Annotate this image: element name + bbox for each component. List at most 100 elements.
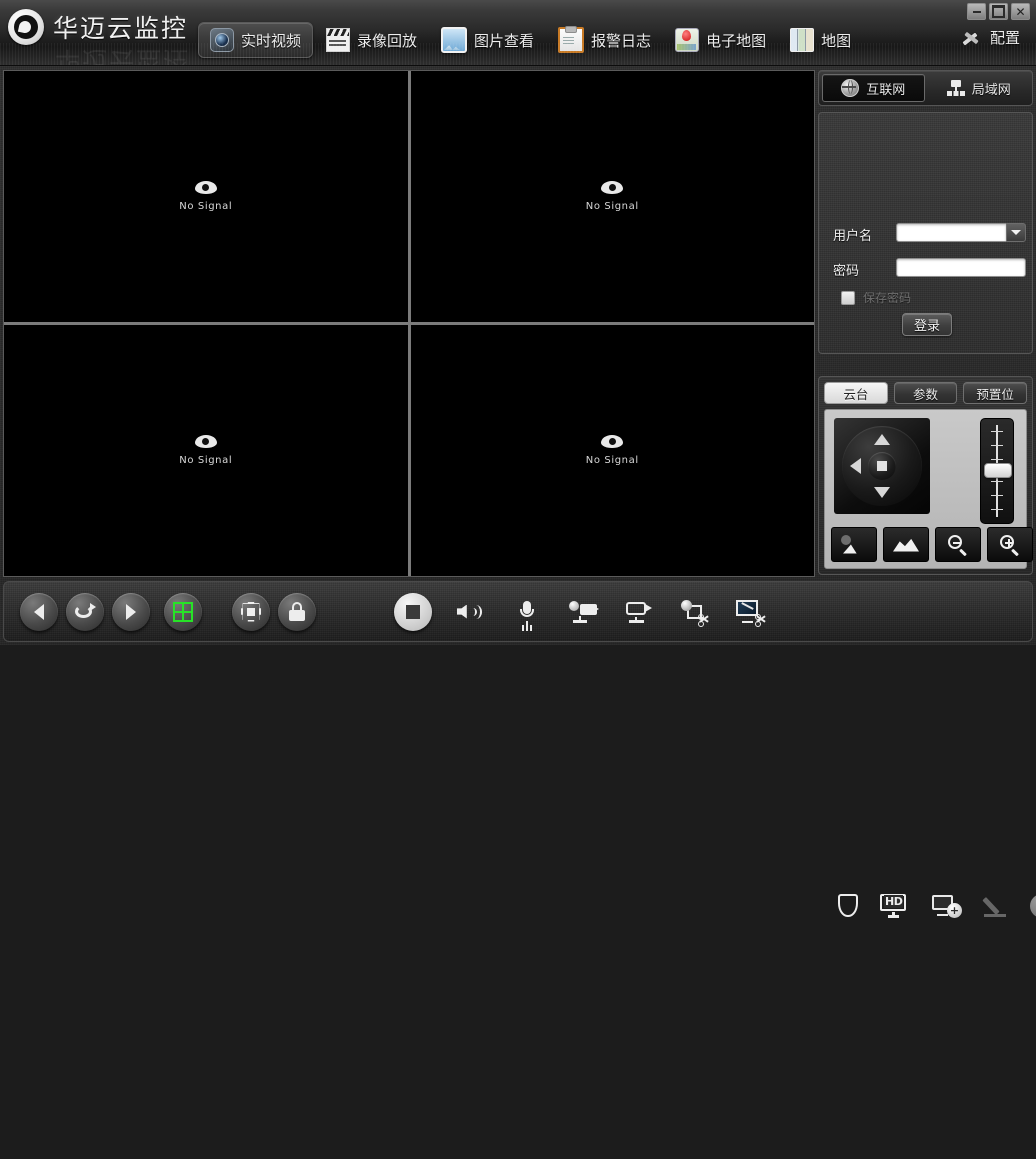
video-pane-2[interactable]: No Signal xyxy=(410,71,814,322)
video-status-4: No Signal xyxy=(585,455,639,466)
tools-icon xyxy=(961,26,983,48)
snapshot-screen-button[interactable] xyxy=(734,595,768,629)
app-logo: 华迈云监控 xyxy=(8,9,188,45)
nav-label-alarm-log: 报警日志 xyxy=(591,31,652,50)
clipboard-icon xyxy=(558,26,585,53)
loop-refresh-icon xyxy=(75,602,96,621)
snapshot-camera-icon xyxy=(681,599,709,627)
password-label: 密码 xyxy=(833,264,860,279)
bottom-right-group: HD xyxy=(838,652,1036,1159)
app-title-reflection: 华迈云监控 xyxy=(55,46,191,66)
login-button[interactable]: 登录 xyxy=(902,313,952,336)
lock-button[interactable] xyxy=(278,592,316,631)
shield-button[interactable] xyxy=(838,889,858,923)
ptz-tab-control[interactable]: 云台 xyxy=(824,382,888,404)
zoom-in-button[interactable] xyxy=(987,527,1033,562)
title-bar: 华迈云监控 华迈云监控 实时视频 录像回放 图片查看 报警日志 电子地图 地图 … xyxy=(0,0,1036,66)
nav-item-playback[interactable]: 录像回放 xyxy=(315,22,428,58)
down-arrow-icon[interactable] xyxy=(874,487,890,498)
tab-internet[interactable]: 互联网 xyxy=(822,74,925,102)
ptz-lens-buttons xyxy=(831,527,1033,562)
eye-icon xyxy=(601,181,624,194)
loop-button[interactable] xyxy=(66,592,104,631)
stop-all-button[interactable] xyxy=(394,592,432,631)
nav-item-live-video[interactable]: 实时视频 xyxy=(198,22,314,58)
slider-thumb[interactable] xyxy=(984,463,1012,478)
config-button[interactable]: 配置 xyxy=(961,26,1020,48)
split-layout-button[interactable] xyxy=(164,592,202,631)
speaker-button[interactable] xyxy=(454,595,488,629)
lan-icon xyxy=(946,80,965,96)
nav-item-emap[interactable]: 电子地图 xyxy=(664,22,777,58)
eye-icon xyxy=(194,181,217,194)
pen-button[interactable] xyxy=(984,889,1008,923)
ptz-tab-presets[interactable]: 预置位 xyxy=(963,382,1028,404)
ptz-body xyxy=(824,409,1033,569)
close-all-icon xyxy=(1030,893,1036,918)
close-all-button[interactable] xyxy=(1030,889,1036,923)
chevron-down-icon[interactable] xyxy=(1006,223,1026,242)
password-input[interactable] xyxy=(896,258,1026,277)
bottom-toolbar: HD xyxy=(3,581,1036,918)
nav-item-map[interactable]: 地图 xyxy=(779,22,862,58)
pen-icon xyxy=(984,895,1008,917)
username-input[interactable] xyxy=(896,223,1006,242)
fullscreen-button[interactable] xyxy=(232,592,270,631)
record-camera-button[interactable] xyxy=(566,595,600,629)
shield-icon xyxy=(838,894,858,917)
picture-icon xyxy=(441,27,468,53)
nav-item-alarm-log[interactable]: 报警日志 xyxy=(547,22,662,58)
zoom-out-button[interactable] xyxy=(935,527,981,562)
previous-button[interactable] xyxy=(20,592,58,631)
maximize-button[interactable] xyxy=(989,3,1008,20)
iris-open-button[interactable] xyxy=(883,527,929,562)
tab-lan-label: 局域网 xyxy=(971,82,1011,98)
nav-label-playback: 录像回放 xyxy=(357,31,418,50)
bottom-left-group xyxy=(20,592,316,631)
config-label: 配置 xyxy=(989,28,1020,47)
nav-label-emap: 电子地图 xyxy=(706,31,767,50)
nav-item-picture-view[interactable]: 图片查看 xyxy=(430,22,545,58)
microphone-button[interactable] xyxy=(510,595,544,629)
up-arrow-icon[interactable] xyxy=(874,434,890,445)
iris-close-button[interactable] xyxy=(831,527,877,562)
ptz-tab-parameters[interactable]: 参数 xyxy=(893,382,958,404)
nav-label-map: 地图 xyxy=(821,31,852,50)
left-arrow-icon[interactable] xyxy=(850,458,861,474)
nav-label-live-video: 实时视频 xyxy=(241,31,302,50)
ptz-panel: 云台 参数 预置位 xyxy=(818,376,1033,575)
local-record-icon xyxy=(626,601,652,623)
eye-icon xyxy=(194,435,217,448)
application-window: 华迈云监控 华迈云监控 实时视频 录像回放 图片查看 报警日志 电子地图 地图 … xyxy=(0,0,1036,918)
digital-zoom-button[interactable] xyxy=(932,889,962,923)
hd-stream-button[interactable]: HD xyxy=(880,889,910,923)
video-status-1: No Signal xyxy=(179,201,233,212)
globe-icon xyxy=(841,79,860,97)
ptz-dpad[interactable] xyxy=(842,426,922,506)
zoom-out-icon xyxy=(948,534,968,555)
login-form: 用户名 密码 保存密码 登录 xyxy=(818,112,1033,354)
map-pin-icon xyxy=(675,28,700,52)
zoom-in-icon xyxy=(1000,534,1020,555)
video-pane-1[interactable]: No Signal xyxy=(4,71,408,322)
video-pane-4[interactable]: No Signal xyxy=(410,325,814,576)
remember-password-checkbox[interactable] xyxy=(841,290,855,305)
close-button[interactable]: ✕ xyxy=(1011,3,1030,20)
stop-square-icon[interactable] xyxy=(868,452,896,480)
snapshot-camera-button[interactable] xyxy=(678,595,712,629)
previous-icon xyxy=(34,603,44,620)
next-button[interactable] xyxy=(112,592,150,631)
record-camera-icon xyxy=(569,600,599,623)
video-pane-3[interactable]: No Signal xyxy=(4,325,408,576)
tab-lan[interactable]: 局域网 xyxy=(929,74,1030,102)
ptz-speed-slider[interactable] xyxy=(980,418,1014,524)
minimize-button[interactable] xyxy=(967,3,986,20)
folded-map-icon xyxy=(790,28,815,52)
username-combo[interactable] xyxy=(896,223,1026,242)
remember-password-row[interactable]: 保存密码 xyxy=(841,289,911,306)
nav-label-picture-view: 图片查看 xyxy=(474,31,535,50)
password-row: 密码 xyxy=(833,260,859,279)
digital-zoom-icon xyxy=(932,894,962,918)
video-status-3: No Signal xyxy=(179,455,233,466)
local-record-button[interactable] xyxy=(622,595,656,629)
